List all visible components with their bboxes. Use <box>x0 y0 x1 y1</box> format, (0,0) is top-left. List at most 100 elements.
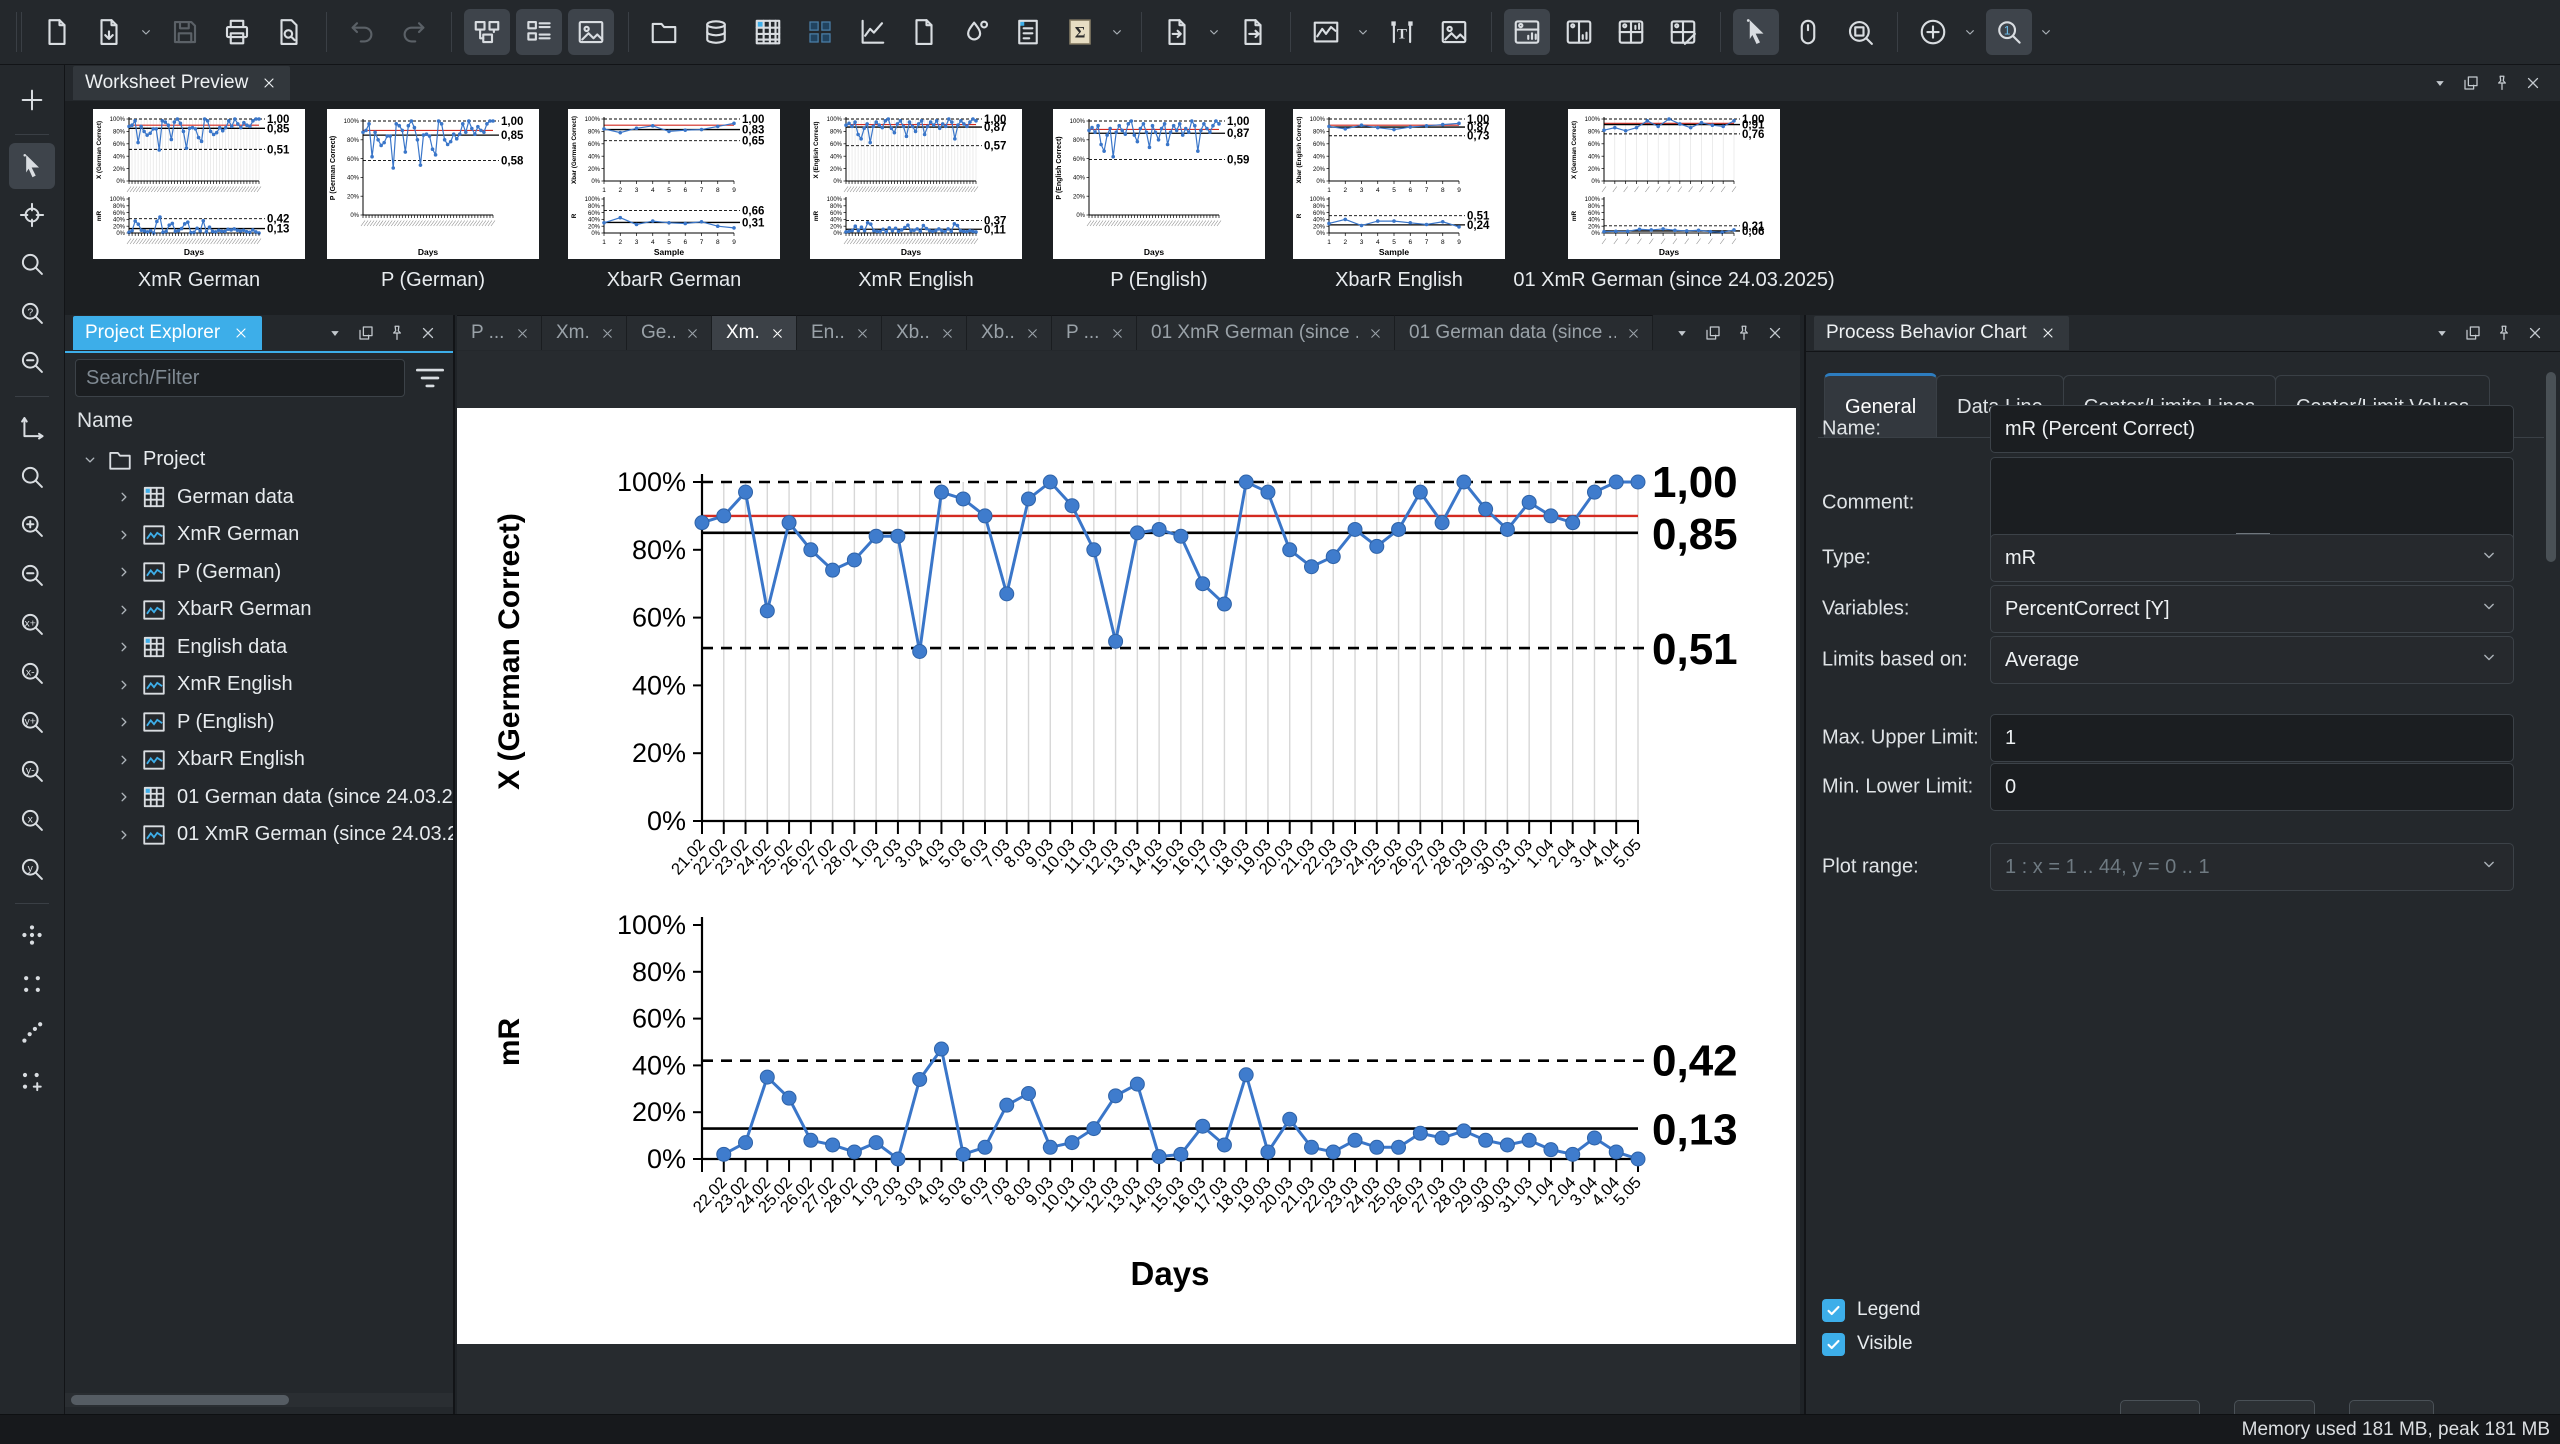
toolbar-print-button[interactable] <box>214 9 260 55</box>
toolbar-worksheet-preview-toggle-button[interactable] <box>568 9 614 55</box>
toolbar-new-datasource-button[interactable] <box>693 9 739 55</box>
tool-magnifier-button[interactable] <box>9 454 55 500</box>
tool-dots-diag-button[interactable] <box>9 1010 55 1056</box>
document-tab[interactable]: Xb... <box>882 315 967 350</box>
float-icon[interactable] <box>2455 69 2486 97</box>
toolbar-layout-single-button[interactable] <box>1504 9 1550 55</box>
properties-tab[interactable]: Process Behavior Chart <box>1814 316 2069 350</box>
toolbar-mouse-mode-button[interactable] <box>1785 9 1831 55</box>
tool-dots-grid-button[interactable] <box>9 961 55 1007</box>
collapse-arrow-icon[interactable] <box>79 449 101 471</box>
expand-arrow-icon[interactable] <box>113 524 135 546</box>
document-tab[interactable]: P ... <box>1052 315 1137 350</box>
float-icon[interactable] <box>350 319 381 347</box>
document-tab[interactable]: 01 XmR German (since ... <box>1137 315 1395 350</box>
worksheet-thumbnail[interactable]: 0%20%40%60%80%100%1,000,850,51X (German … <box>93 109 305 259</box>
tool-magnifier-plus-button[interactable] <box>9 503 55 549</box>
max-upper-input[interactable]: 1 <box>1990 714 2514 762</box>
toolbar-properties-toggle-button[interactable] <box>516 9 562 55</box>
expand-arrow-icon[interactable] <box>113 674 135 696</box>
worksheet-thumbnail[interactable]: 0%20%40%60%80%100%1,000,870,57X (English… <box>810 109 1022 259</box>
chevron-down-icon[interactable] <box>1962 9 1980 55</box>
tree-item-p-english[interactable]: P (English) <box>65 704 453 741</box>
tree-item-01-xmr-german-since-24-03-2025[interactable]: 01 XmR German (since 24.03.2025) <box>65 816 453 853</box>
panel-button-3[interactable] <box>2349 1400 2434 1414</box>
float-icon[interactable] <box>1697 319 1728 347</box>
document-tab[interactable]: En... <box>797 315 882 350</box>
tool-magnifier-plus-y-button[interactable]: y+ <box>9 699 55 745</box>
toolbar-project-explorer-toggle-button[interactable] <box>464 9 510 55</box>
expand-arrow-icon[interactable] <box>113 486 135 508</box>
toolbar-pointer-button[interactable] <box>1733 9 1779 55</box>
chevron-down-icon[interactable] <box>138 9 156 55</box>
dropdown-icon[interactable] <box>2424 69 2455 97</box>
tree-item-01-german-data-since-24-03-2025[interactable]: 01 German data (since 24.03.2025) <box>65 779 453 816</box>
scrollbar-thumb[interactable] <box>71 1395 289 1405</box>
tool-magnifier-minus-y-button[interactable]: y- <box>9 748 55 794</box>
tool-magnifier-x-button[interactable]: x <box>9 797 55 843</box>
toolbar-new-color-button[interactable] <box>953 9 999 55</box>
toolbar-zoom-select-button[interactable] <box>1837 9 1883 55</box>
pin-icon[interactable] <box>2488 319 2519 347</box>
toolbar-new-chart-button[interactable] <box>849 9 895 55</box>
worksheet-thumbnail[interactable]: 0%20%40%60%80%100%1,000,870,73123456789X… <box>1293 109 1505 259</box>
close-icon[interactable] <box>1759 319 1790 347</box>
tool-plus-tool-button[interactable] <box>9 77 55 123</box>
name-input[interactable]: mR (Percent Correct) <box>1990 405 2514 453</box>
tool-magnifier-plus-x-button[interactable]: x+ <box>9 601 55 647</box>
close-icon[interactable] <box>600 325 616 341</box>
worksheet-thumbnail[interactable]: 0%20%40%60%80%100%1,000,850,58P (German … <box>327 109 539 259</box>
tree-column-header[interactable]: Name <box>77 409 133 433</box>
type-select[interactable]: mR <box>1990 534 2514 582</box>
close-icon[interactable] <box>685 325 701 341</box>
document-tab[interactable]: Xb... <box>967 315 1052 350</box>
worksheet-thumbnail[interactable]: 0%20%40%60%80%100%1,000,870,59P (English… <box>1053 109 1265 259</box>
float-icon[interactable] <box>2457 319 2488 347</box>
close-icon[interactable] <box>2519 319 2550 347</box>
toolbar-import-file-button[interactable] <box>1154 9 1200 55</box>
tree-item-xmr-english[interactable]: XmR English <box>65 666 453 703</box>
legend-checkbox[interactable] <box>1822 1299 1845 1322</box>
tool-magnifier-minus-button[interactable] <box>9 552 55 598</box>
expand-arrow-icon[interactable] <box>113 599 135 621</box>
toolbar-layout-edit-button[interactable] <box>1660 9 1706 55</box>
tree-item-xbarr-german[interactable]: XbarR German <box>65 591 453 628</box>
dropdown-icon[interactable] <box>2426 319 2457 347</box>
chevron-down-icon[interactable] <box>2038 9 2056 55</box>
close-icon[interactable] <box>1368 325 1384 341</box>
close-icon[interactable] <box>2517 69 2548 97</box>
document-tab[interactable]: Xm... <box>712 315 797 350</box>
pin-icon[interactable] <box>381 319 412 347</box>
limits-based-select[interactable]: Average <box>1990 636 2514 684</box>
tree-item-english-data[interactable]: English data <box>65 629 453 666</box>
close-icon[interactable] <box>1025 325 1041 341</box>
pin-icon[interactable] <box>1728 319 1759 347</box>
min-lower-input[interactable]: 0 <box>1990 763 2514 811</box>
close-icon[interactable] <box>515 325 531 341</box>
toolbar-magnifier-1-button[interactable]: 1 <box>1986 9 2032 55</box>
toolbar-layout-four-button[interactable] <box>1608 9 1654 55</box>
expand-arrow-icon[interactable] <box>113 561 135 583</box>
tree-item-german-data[interactable]: German data <box>65 479 453 516</box>
toolbar-new-notes-button[interactable] <box>1005 9 1051 55</box>
document-tab[interactable]: Xm... <box>542 315 627 350</box>
tree-item-xmr-german[interactable]: XmR German <box>65 516 453 553</box>
close-icon[interactable] <box>232 324 250 342</box>
toolbar-new-document-blank-button[interactable] <box>901 9 947 55</box>
document-tab[interactable]: P ... <box>457 315 542 350</box>
worksheet-thumbnail[interactable]: 0%20%40%60%80%100%1,000,830,65123456789X… <box>568 109 780 259</box>
tool-dots-plus-button[interactable] <box>9 1059 55 1105</box>
expand-arrow-icon[interactable] <box>113 749 135 771</box>
toolbar-export-file-button[interactable] <box>1230 9 1276 55</box>
tool-magnifier-y-button[interactable]: y <box>9 846 55 892</box>
close-icon[interactable] <box>412 319 443 347</box>
expand-arrow-icon[interactable] <box>113 786 135 808</box>
variables-select[interactable]: PercentCorrect [Y] <box>1990 585 2514 633</box>
toolbar-insert-textframe-button[interactable]: T <box>1379 9 1425 55</box>
worksheet-preview-tab[interactable]: Worksheet Preview <box>73 66 290 100</box>
vertical-scrollbar[interactable] <box>2546 372 2556 562</box>
project-explorer-tab[interactable]: Project Explorer <box>73 316 262 350</box>
chevron-down-icon[interactable] <box>1355 9 1373 55</box>
toolbar-insert-plot-button[interactable] <box>1303 9 1349 55</box>
close-icon[interactable] <box>770 325 786 341</box>
